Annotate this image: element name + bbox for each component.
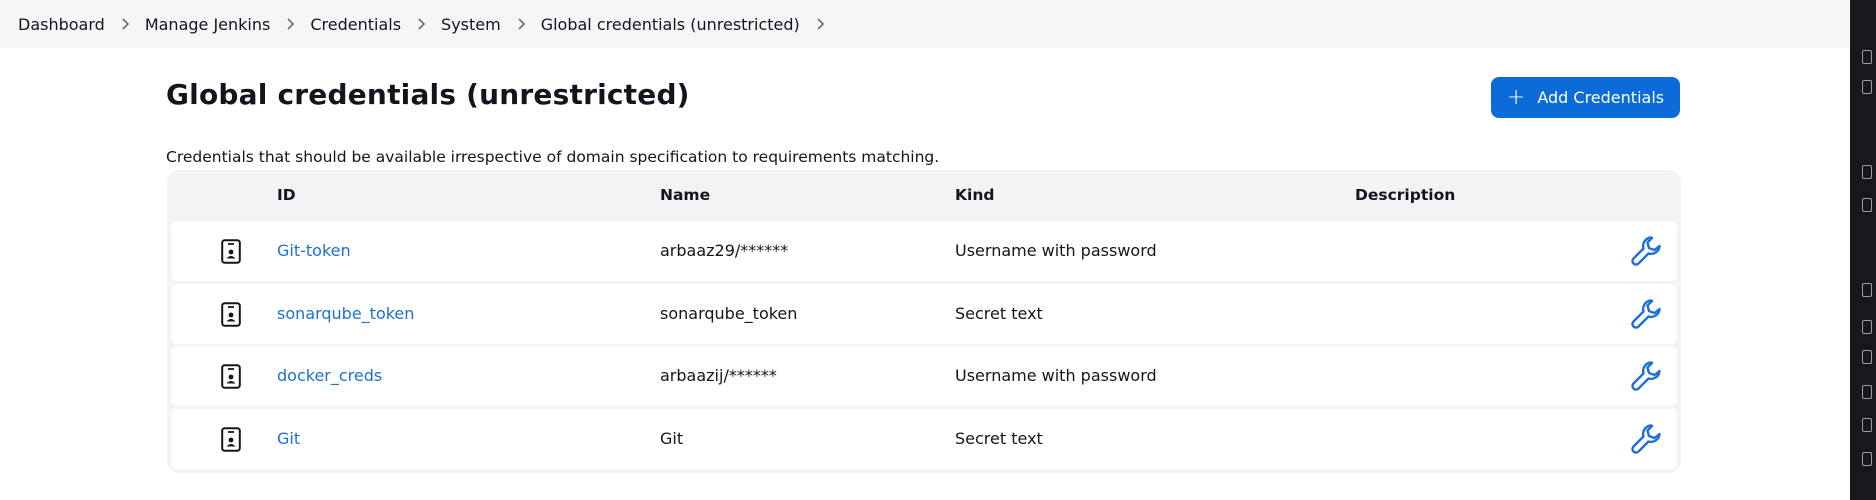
credential-id-link[interactable]: docker_creds xyxy=(277,366,382,386)
credential-name: arbaaz29/****** xyxy=(660,241,789,260)
wrench-icon[interactable] xyxy=(1629,421,1665,457)
chevron-right-icon xyxy=(401,18,441,30)
table-row: docker_creds arbaazij/****** Username wi… xyxy=(171,346,1677,406)
panel-icon xyxy=(1862,385,1872,399)
credential-kind: Username with password xyxy=(955,241,1157,260)
credential-id-link[interactable]: Git xyxy=(277,429,300,449)
add-credentials-button[interactable]: + Add Credentials xyxy=(1491,77,1680,118)
page-title: Global credentials (unrestricted) xyxy=(166,78,690,111)
panel-icon xyxy=(1862,283,1872,297)
breadcrumb-system[interactable]: System xyxy=(441,15,501,34)
breadcrumb-dashboard[interactable]: Dashboard xyxy=(18,15,105,34)
panel-icon xyxy=(1862,80,1872,94)
panel-icon xyxy=(1862,320,1872,334)
wrench-icon[interactable] xyxy=(1629,358,1665,394)
column-header-name[interactable]: Name xyxy=(660,186,710,204)
panel-icon xyxy=(1862,198,1872,212)
panel-icon xyxy=(1862,418,1872,432)
credential-id-link[interactable]: sonarqube_token xyxy=(277,304,414,324)
chevron-right-icon xyxy=(501,18,541,30)
column-header-id[interactable]: ID xyxy=(277,186,296,204)
credential-id-link[interactable]: Git-token xyxy=(277,241,351,261)
add-credentials-label: Add Credentials xyxy=(1537,88,1665,107)
credential-icon xyxy=(221,239,241,264)
panel-icon xyxy=(1862,50,1872,64)
panel-icon xyxy=(1862,350,1872,364)
credential-kind: Secret text xyxy=(955,304,1043,323)
credential-name: sonarqube_token xyxy=(660,304,798,323)
panel-icon xyxy=(1862,165,1872,179)
side-panel-edge xyxy=(1850,0,1876,500)
credential-kind: Secret text xyxy=(955,429,1043,448)
page-description: Credentials that should be available irr… xyxy=(166,148,940,166)
credential-icon xyxy=(221,302,241,327)
panel-icon xyxy=(1862,452,1872,466)
column-header-description[interactable]: Description xyxy=(1355,186,1455,204)
chevron-right-icon xyxy=(105,18,145,30)
chevron-right-icon[interactable] xyxy=(800,18,840,30)
credential-name: Git xyxy=(660,429,684,448)
table-row: Git Git Secret text xyxy=(171,409,1677,469)
chevron-right-icon xyxy=(270,18,310,30)
breadcrumb-global-credentials[interactable]: Global credentials (unrestricted) xyxy=(541,15,800,34)
breadcrumb-manage-jenkins[interactable]: Manage Jenkins xyxy=(145,15,271,34)
table-row: sonarqube_token sonarqube_token Secret t… xyxy=(171,284,1677,344)
wrench-icon[interactable] xyxy=(1629,233,1665,269)
credential-name: arbaazij/****** xyxy=(660,366,777,385)
plus-icon: + xyxy=(1506,84,1526,110)
credential-icon xyxy=(221,427,241,452)
column-header-kind[interactable]: Kind xyxy=(955,186,994,204)
credential-kind: Username with password xyxy=(955,366,1157,385)
table-row: Git-token arbaaz29/****** Username with … xyxy=(171,221,1677,281)
breadcrumb-credentials[interactable]: Credentials xyxy=(310,15,401,34)
wrench-icon[interactable] xyxy=(1629,296,1665,332)
breadcrumb: Dashboard Manage Jenkins Credentials Sys… xyxy=(0,0,1850,48)
credential-icon xyxy=(221,364,241,389)
